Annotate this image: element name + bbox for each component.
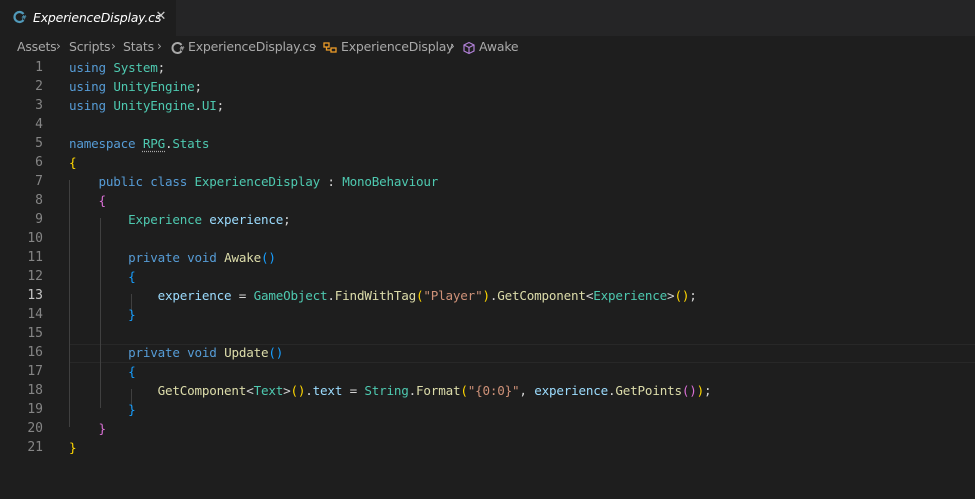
line-number: 3 — [35, 98, 43, 113]
line-number: 18 — [27, 383, 43, 398]
code-line[interactable]: } — [69, 305, 136, 324]
code-line[interactable]: Experience experience; — [69, 210, 291, 229]
code-line[interactable]: namespace RPG.Stats — [69, 134, 210, 153]
breadcrumb-stats[interactable]: Stats — [123, 39, 154, 54]
chevron-right-icon: › — [157, 39, 162, 53]
line-number: 8 — [35, 193, 43, 208]
line-number: 10 — [27, 231, 43, 246]
breadcrumb-file[interactable]: ExperienceDisplay.cs — [188, 39, 316, 54]
line-number-active: 13 — [27, 288, 43, 303]
line-number: 20 — [27, 421, 43, 436]
csharp-file-icon: # — [13, 10, 27, 24]
code-line[interactable]: } — [69, 400, 136, 419]
breadcrumb-scripts[interactable]: Scripts — [69, 39, 111, 54]
code-line[interactable]: private void Update() — [69, 343, 283, 362]
code-line[interactable]: { — [69, 191, 107, 210]
code-line[interactable]: { — [69, 153, 77, 172]
code-editor[interactable]: 1 2 3 4 5 6 7 8 9 10 11 12 13 14 15 16 1… — [0, 58, 975, 499]
chevron-right-icon: › — [450, 39, 455, 53]
line-number: 7 — [35, 174, 43, 189]
line-number: 6 — [35, 155, 43, 170]
tab-experience-display[interactable]: # ExperienceDisplay.cs ✕ — [0, 0, 176, 36]
line-number: 5 — [35, 136, 43, 151]
line-number: 11 — [27, 250, 43, 265]
csharp-file-icon: # — [171, 42, 185, 54]
code-line[interactable]: using System; — [69, 58, 165, 77]
breadcrumb-method[interactable]: Awake — [479, 39, 519, 54]
close-icon[interactable]: ✕ — [153, 9, 169, 25]
breadcrumb: Assets › Scripts › Stats › ExperienceDis… — [0, 36, 975, 58]
svg-text:#: # — [21, 14, 26, 22]
line-number: 4 — [35, 117, 43, 132]
tab-bar: # ExperienceDisplay.cs ✕ — [0, 0, 975, 36]
line-number: 21 — [27, 440, 43, 455]
code-line-active[interactable]: experience = GameObject.FindWithTag("Pla… — [69, 286, 697, 305]
line-number: 19 — [27, 402, 43, 417]
line-number: 1 — [35, 60, 43, 75]
line-number: 9 — [35, 212, 43, 227]
code-line[interactable]: GetComponent<Text>().text = String.Forma… — [69, 381, 712, 400]
code-line[interactable]: } — [69, 419, 107, 438]
line-number: 14 — [27, 307, 43, 322]
line-number: 15 — [27, 326, 43, 341]
code-line[interactable]: { — [69, 362, 136, 381]
tab-label: ExperienceDisplay.cs — [33, 10, 162, 25]
line-number: 12 — [27, 269, 43, 284]
line-number: 16 — [27, 345, 43, 360]
class-icon — [323, 42, 337, 53]
code-line[interactable]: private void Awake() — [69, 248, 276, 267]
code-line[interactable]: { — [69, 267, 136, 286]
svg-text:#: # — [179, 45, 184, 53]
code-line[interactable]: } — [69, 438, 77, 457]
chevron-right-icon: › — [312, 39, 317, 53]
method-cube-icon — [463, 41, 475, 55]
code-line[interactable]: using UnityEngine; — [69, 77, 202, 96]
breadcrumb-class[interactable]: ExperienceDisplay — [341, 39, 454, 54]
code-line[interactable]: public class ExperienceDisplay : MonoBeh… — [69, 172, 439, 191]
breadcrumb-assets[interactable]: Assets — [17, 39, 57, 54]
chevron-right-icon: › — [56, 39, 61, 53]
chevron-right-icon: › — [111, 39, 116, 53]
line-number: 2 — [35, 79, 43, 94]
code-line[interactable]: using UnityEngine.UI; — [69, 96, 224, 115]
line-number: 17 — [27, 364, 43, 379]
